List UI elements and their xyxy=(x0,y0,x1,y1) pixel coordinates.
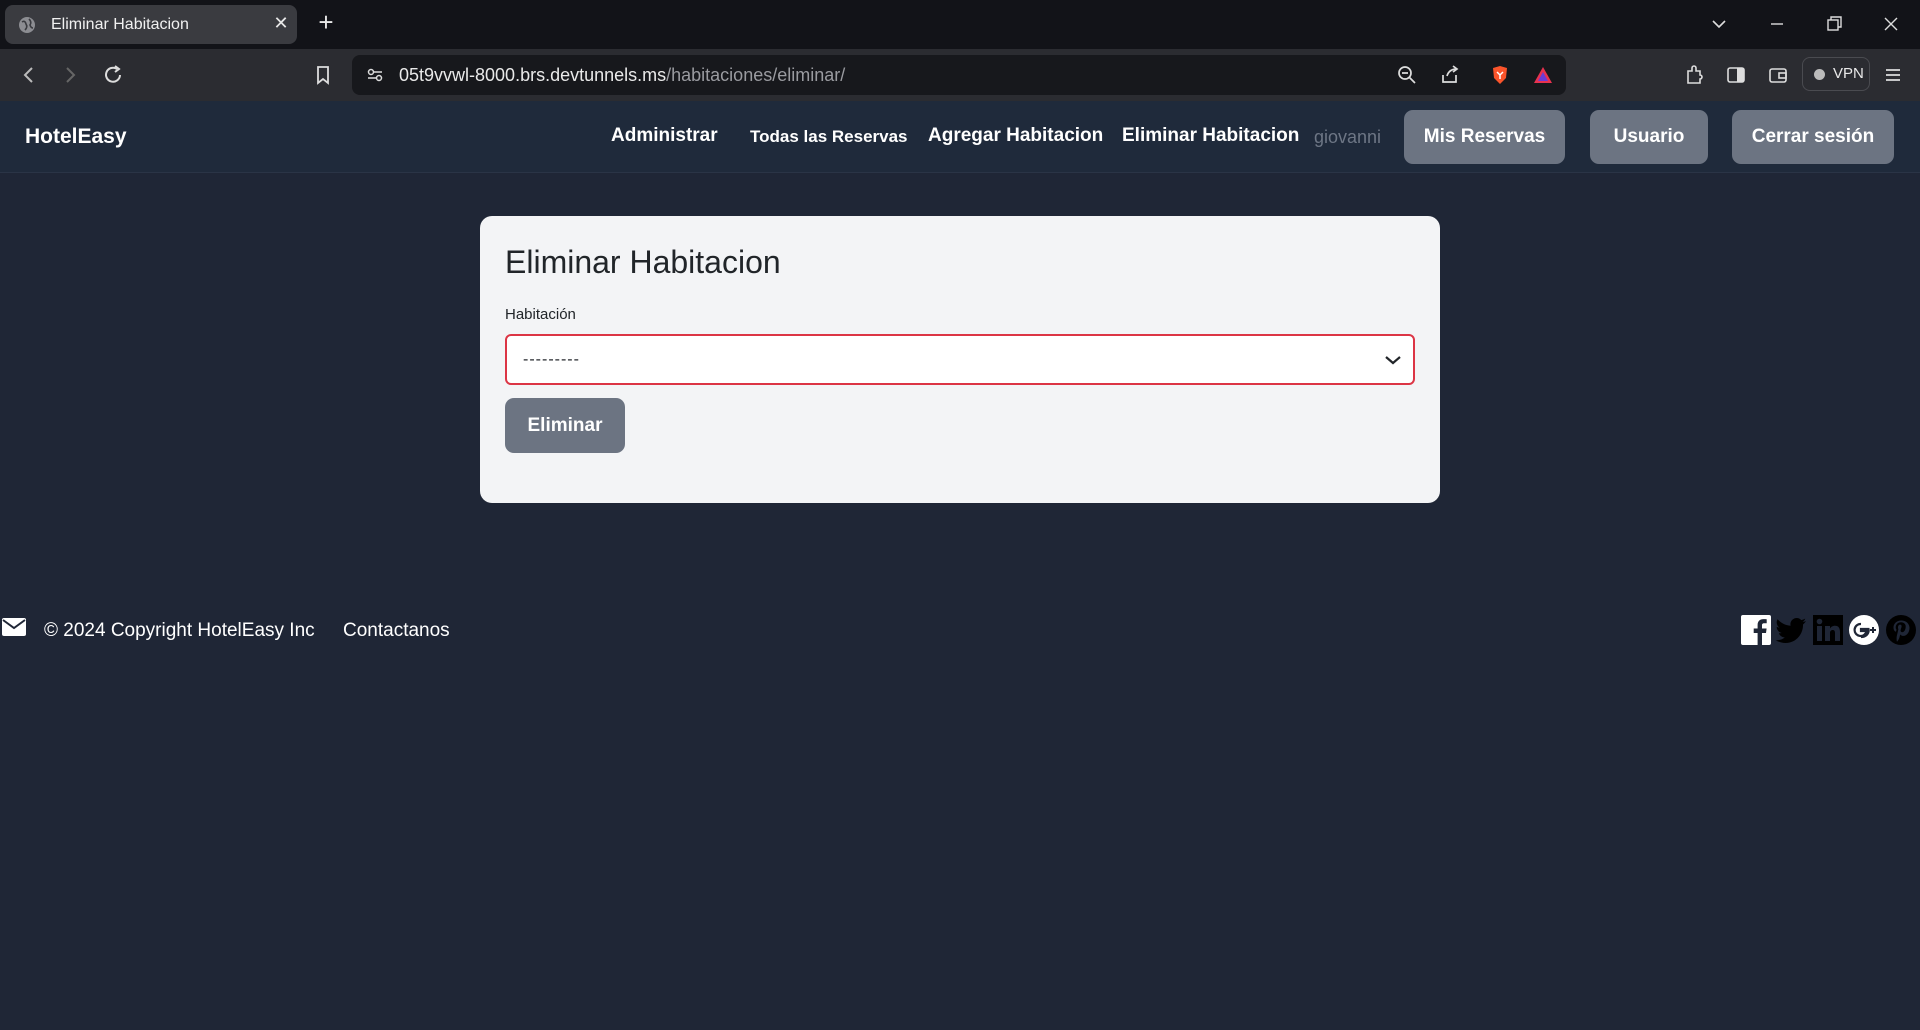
back-icon[interactable] xyxy=(16,62,42,88)
facebook-icon[interactable] xyxy=(1740,614,1772,646)
pinterest-icon[interactable] xyxy=(1885,614,1917,646)
forward-icon[interactable] xyxy=(57,62,83,88)
tab-title: Eliminar Habitacion xyxy=(51,16,189,33)
close-tab-icon[interactable]: ✕ xyxy=(271,13,291,33)
delete-button[interactable]: Eliminar xyxy=(505,398,625,453)
zoom-icon[interactable] xyxy=(1396,64,1418,86)
nav-link-agregar-habitacion[interactable]: Agregar Habitacion xyxy=(928,125,1103,147)
mail-icon xyxy=(2,618,26,636)
brave-shields-icon[interactable] xyxy=(1489,64,1511,86)
footer-contact-link[interactable]: Contactanos xyxy=(343,620,450,642)
tab-list-chevron-icon[interactable] xyxy=(1707,12,1731,36)
close-window-icon[interactable] xyxy=(1879,12,1903,36)
new-tab-icon[interactable]: + xyxy=(314,9,338,35)
google-plus-icon[interactable] xyxy=(1848,614,1880,646)
room-select-value: --------- xyxy=(523,351,580,368)
sidebar-icon[interactable] xyxy=(1723,62,1749,88)
address-bar[interactable]: 05t9vvwl-8000.brs.devtunnels.ms/habitaci… xyxy=(352,55,1566,95)
current-username: giovanni xyxy=(1314,127,1382,147)
wallet-icon[interactable] xyxy=(1765,62,1791,88)
chevron-down-icon xyxy=(1385,356,1401,365)
twitter-icon[interactable] xyxy=(1775,614,1807,646)
restore-icon[interactable] xyxy=(1822,12,1846,36)
site-settings-icon[interactable] xyxy=(364,64,386,86)
reload-icon[interactable] xyxy=(100,62,126,88)
vpn-button[interactable]: VPN xyxy=(1802,57,1870,91)
minimize-icon[interactable] xyxy=(1765,12,1789,36)
vpn-status-icon xyxy=(1814,69,1825,80)
brand-logo[interactable]: HotelEasy xyxy=(25,125,127,149)
linkedin-icon[interactable] xyxy=(1812,614,1844,646)
browser-tab-bar: Eliminar Habitacion ✕ + xyxy=(0,0,1920,49)
url-text: 05t9vvwl-8000.brs.devtunnels.ms/habitaci… xyxy=(399,65,845,86)
menu-icon[interactable] xyxy=(1880,62,1906,88)
room-select[interactable]: --------- xyxy=(505,334,1415,385)
nav-link-administrar[interactable]: Administrar xyxy=(611,125,718,147)
page-title: Eliminar Habitacion xyxy=(505,244,781,280)
usuario-button[interactable]: Usuario xyxy=(1590,110,1708,164)
bookmark-icon[interactable] xyxy=(310,62,336,88)
mis-reservas-button[interactable]: Mis Reservas xyxy=(1404,110,1565,164)
footer-copyright: © 2024 Copyright HotelEasy Inc xyxy=(44,620,315,641)
url-host: 05t9vvwl-8000.brs.devtunnels.ms xyxy=(399,65,667,85)
logout-button[interactable]: Cerrar sesión xyxy=(1732,110,1894,164)
brave-rewards-icon[interactable] xyxy=(1532,64,1554,86)
extensions-icon[interactable] xyxy=(1682,62,1708,88)
browser-toolbar: 05t9vvwl-8000.brs.devtunnels.ms/habitaci… xyxy=(0,49,1920,101)
vpn-label: VPN xyxy=(1833,65,1864,82)
nav-link-eliminar-habitacion[interactable]: Eliminar Habitacion xyxy=(1122,125,1299,147)
delete-room-card: Eliminar Habitacion Habitación ---------… xyxy=(480,216,1440,503)
browser-tab[interactable]: Eliminar Habitacion ✕ xyxy=(5,5,297,44)
share-icon[interactable] xyxy=(1439,64,1461,86)
globe-icon xyxy=(19,17,35,33)
room-field-label: Habitación xyxy=(505,306,576,323)
url-path: /habitaciones/eliminar/ xyxy=(666,65,846,85)
nav-link-todas-las-reservas[interactable]: Todas las Reservas xyxy=(750,127,908,147)
app-navbar: HotelEasy Administrar Todas las Reservas… xyxy=(0,101,1920,173)
